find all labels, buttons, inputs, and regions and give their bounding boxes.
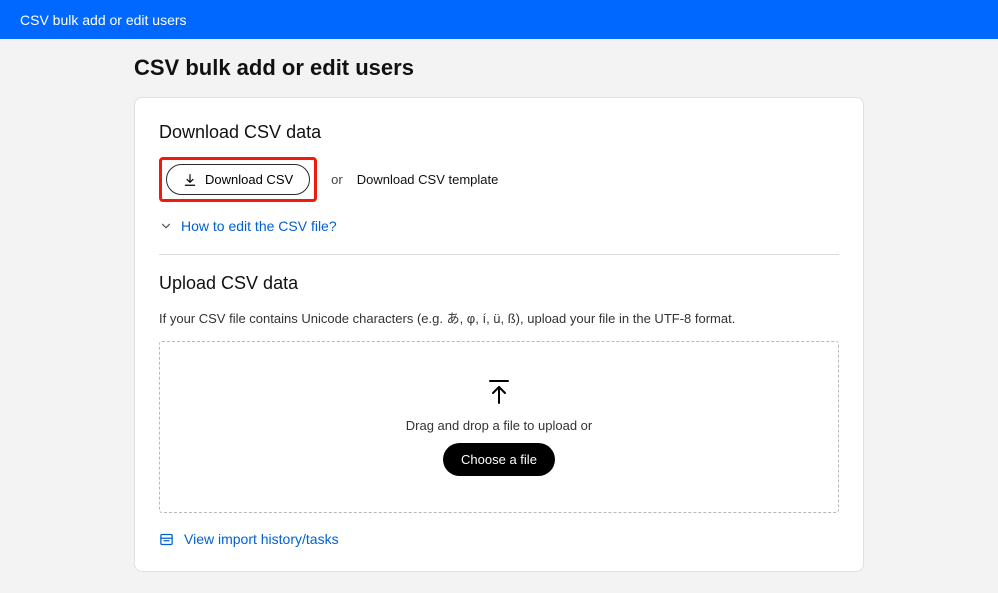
footer-link-row: View import history/tasks — [159, 531, 839, 547]
download-section-title: Download CSV data — [159, 122, 839, 143]
page-title: CSV bulk add or edit users — [134, 55, 998, 81]
upload-hint: If your CSV file contains Unicode charac… — [159, 308, 839, 327]
choose-file-button[interactable]: Choose a file — [443, 443, 555, 476]
or-separator: or — [331, 172, 343, 187]
download-icon — [183, 173, 197, 187]
download-section: Download CSV data Download CSV or Downlo… — [159, 122, 839, 234]
download-csv-button[interactable]: Download CSV — [166, 164, 310, 195]
download-row: Download CSV or Download CSV template — [159, 157, 839, 202]
chevron-down-icon — [159, 219, 173, 233]
choose-file-label: Choose a file — [461, 452, 537, 467]
view-history-link[interactable]: View import history/tasks — [184, 531, 339, 547]
download-template-link[interactable]: Download CSV template — [357, 172, 499, 187]
main-card: Download CSV data Download CSV or Downlo… — [134, 97, 864, 572]
history-icon — [159, 532, 174, 547]
dropzone-text: Drag and drop a file to upload or — [406, 418, 592, 433]
download-csv-highlight: Download CSV — [159, 157, 317, 202]
upload-dropzone[interactable]: Drag and drop a file to upload or Choose… — [159, 341, 839, 513]
upload-section-title: Upload CSV data — [159, 273, 839, 294]
section-divider — [159, 254, 839, 255]
top-bar: CSV bulk add or edit users — [0, 0, 998, 39]
top-bar-title: CSV bulk add or edit users — [20, 12, 187, 28]
upload-section: Upload CSV data If your CSV file contain… — [159, 273, 839, 513]
howto-edit-toggle[interactable]: How to edit the CSV file? — [159, 218, 839, 234]
download-csv-label: Download CSV — [205, 172, 293, 187]
upload-icon — [487, 379, 511, 408]
howto-edit-label: How to edit the CSV file? — [181, 218, 337, 234]
page-content: CSV bulk add or edit users Download CSV … — [0, 39, 998, 572]
